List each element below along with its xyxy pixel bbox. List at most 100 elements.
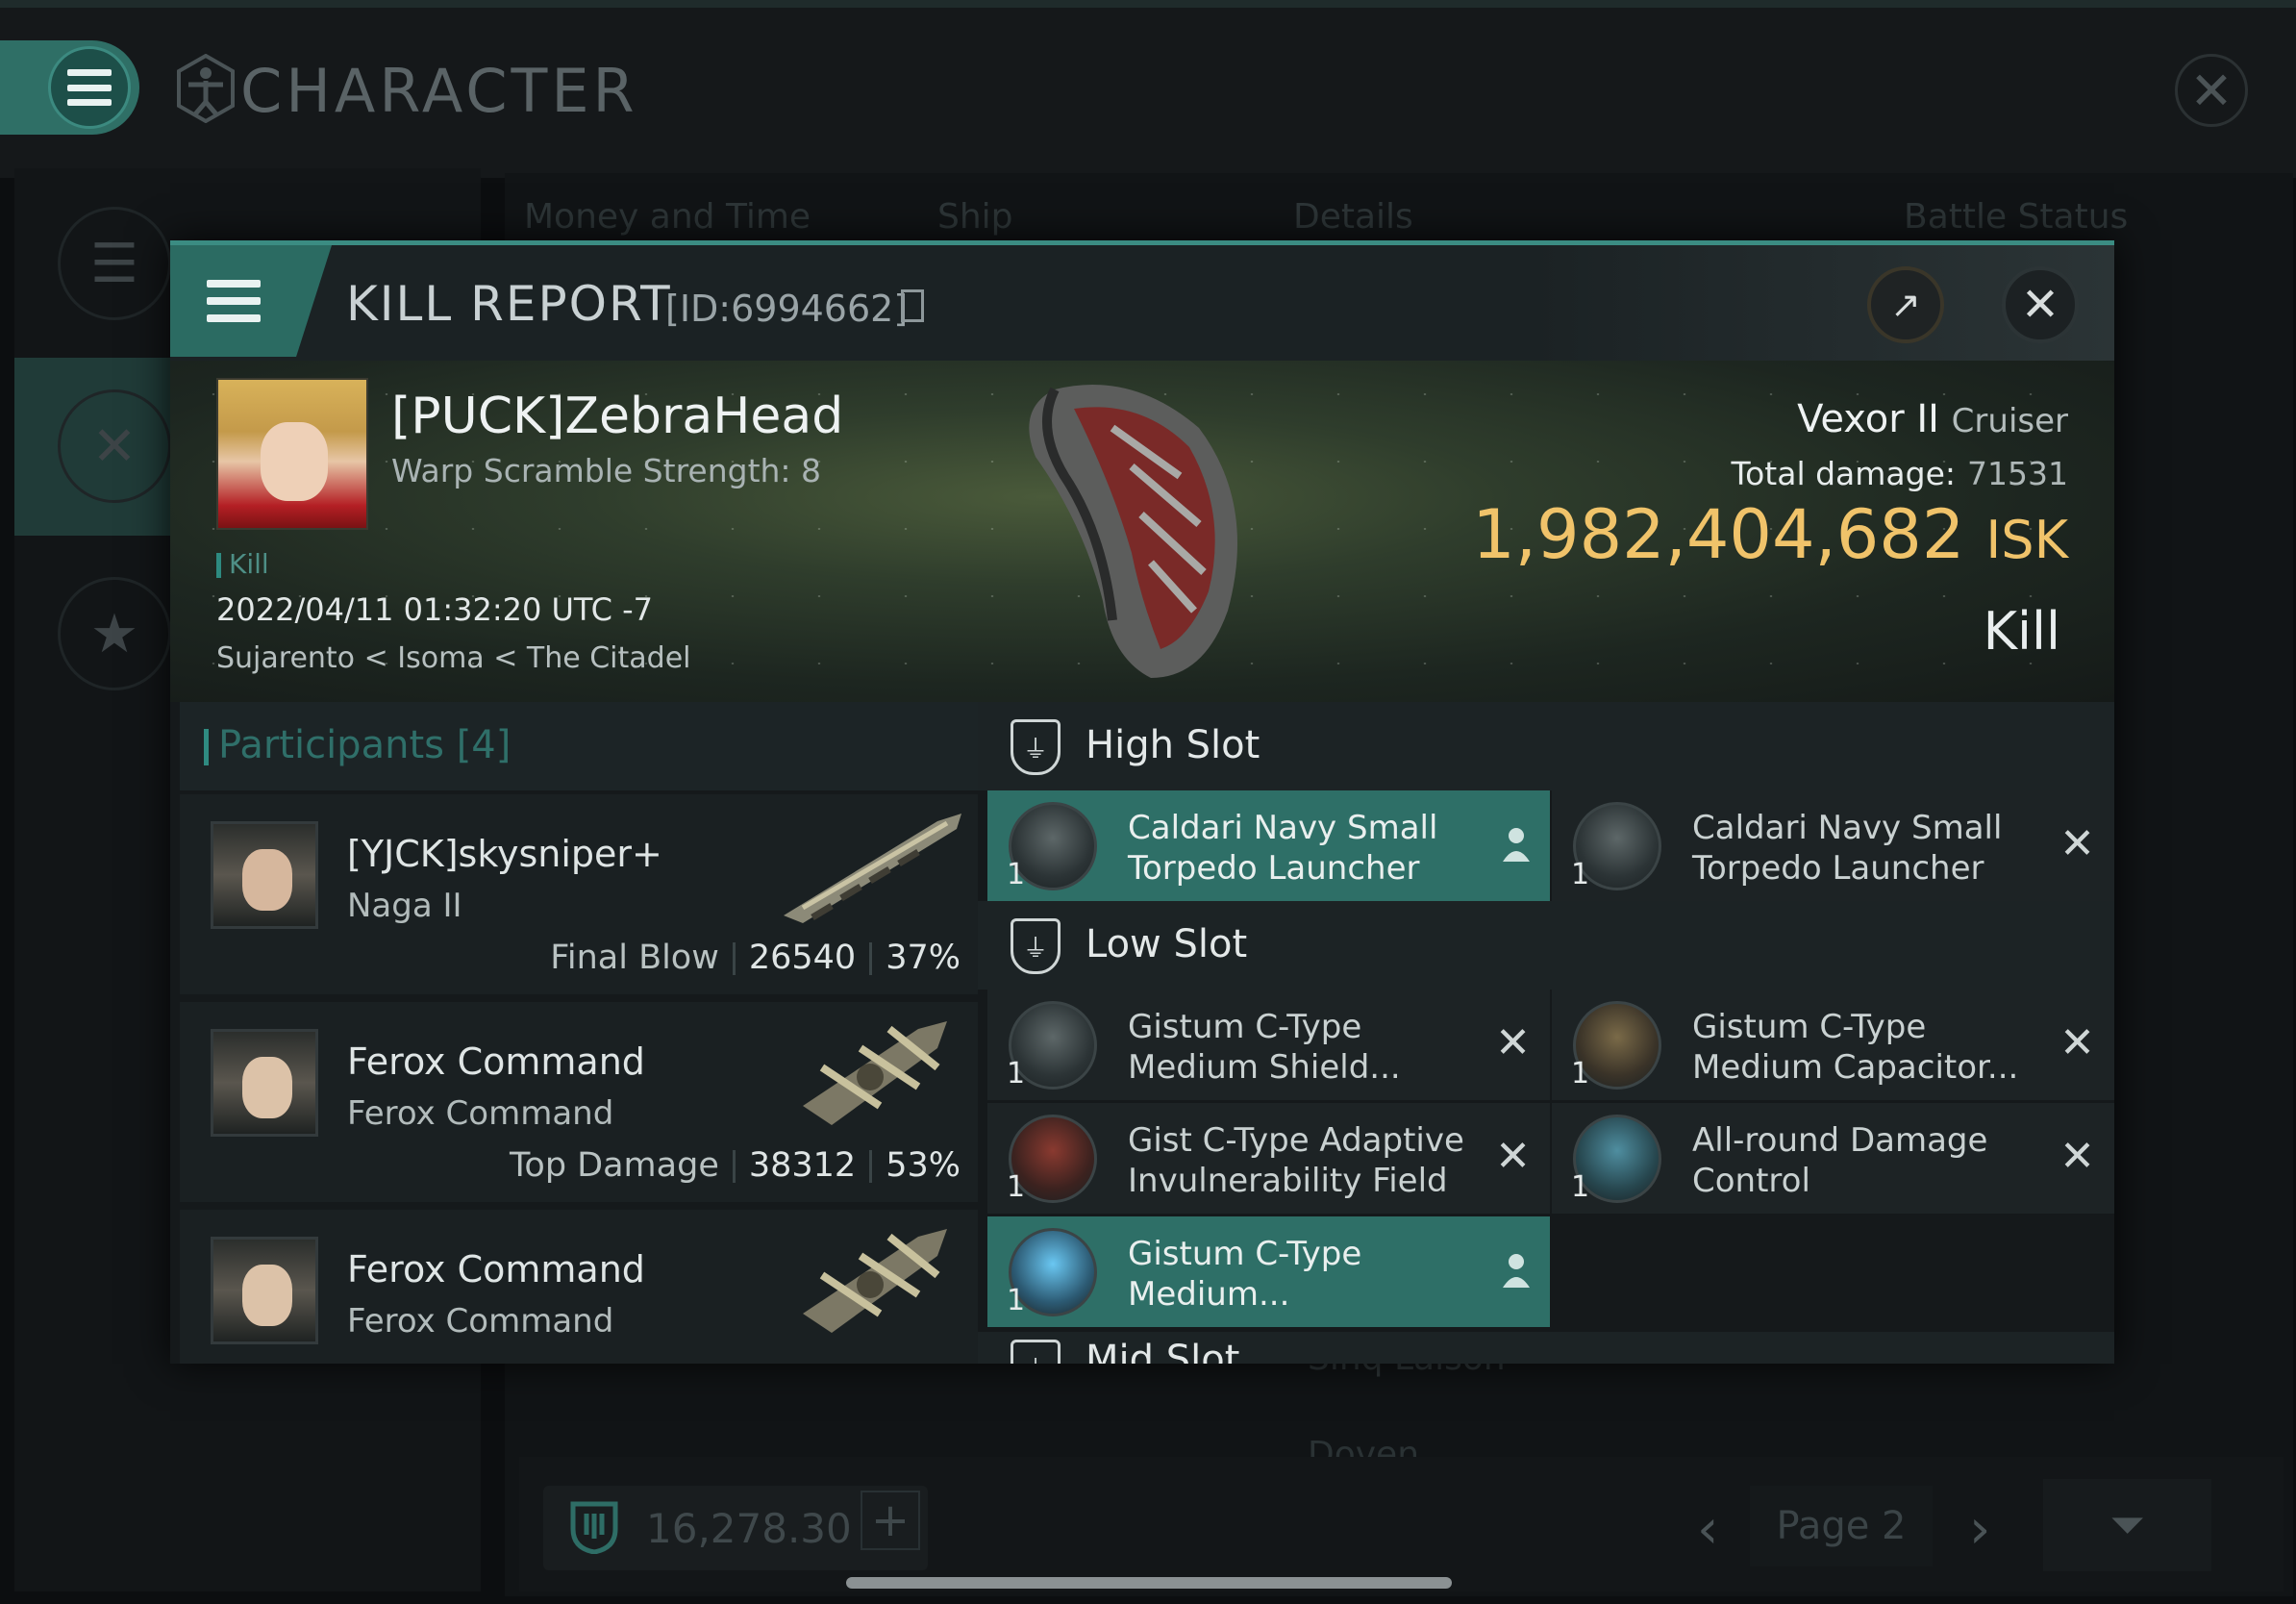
- wallet-amount: 16,278.30: [646, 1505, 852, 1552]
- isk-amount: 1,982,404,682: [1472, 495, 1965, 574]
- tab-ship[interactable]: Ship: [937, 197, 1013, 237]
- filter-icon: ⏷: [2109, 1498, 2145, 1550]
- low-slot-icon: ⏚: [1011, 918, 1061, 974]
- main-menu-button[interactable]: [48, 46, 131, 129]
- kill-tag: Kill: [216, 548, 269, 580]
- star-icon: ★: [89, 602, 139, 665]
- isk-value: 1,982,404,682 ISK: [1472, 495, 2068, 574]
- close-button[interactable]: ✕: [2002, 266, 2079, 343]
- module-name: Caldari Navy Small Torpedo Launcher: [1128, 809, 1438, 888]
- participant-name: Ferox Command: [347, 1040, 645, 1083]
- plus-icon: +: [870, 1493, 911, 1547]
- high-slot-title: High Slot: [1086, 723, 1260, 767]
- filter-button[interactable]: ⏷: [2043, 1479, 2211, 1571]
- participant-avatar: [211, 1237, 318, 1344]
- vitruvian-icon: [177, 54, 235, 123]
- share-button[interactable]: ↗: [1867, 266, 1944, 343]
- app-title: CHARACTER: [240, 56, 638, 126]
- total-damage-label: Total damage:: [1731, 455, 1957, 492]
- mid-slot-header: ⏚ Mid Slot: [978, 1332, 2114, 1364]
- result-label: Kill: [1983, 601, 2060, 662]
- participant-ship-image: [803, 1021, 947, 1125]
- destroyed-x-icon: ✕: [2059, 1018, 2095, 1067]
- dialog-menu-button[interactable]: [170, 245, 332, 357]
- chevron-left-icon: ‹: [1697, 1498, 1719, 1561]
- participant-ship-image: [784, 814, 961, 923]
- module-item[interactable]: 1 Caldari Navy Small Torpedo Launcher: [987, 790, 1550, 901]
- total-damage: Total damage: 71531: [1732, 455, 2068, 492]
- module-name: All-round Damage Control: [1692, 1121, 1988, 1200]
- destroyed-x-icon: ✕: [2059, 1132, 2095, 1181]
- participant-label: Final Blow: [550, 939, 719, 977]
- page-label: Page 2: [1750, 1486, 1933, 1566]
- warp-scramble-strength: Warp Scramble Strength: 8: [391, 452, 822, 489]
- wallet-icon: [570, 1501, 618, 1554]
- module-qty: 1: [1007, 858, 1026, 891]
- rail-combat-button[interactable]: ✕: [58, 389, 171, 503]
- kill-location[interactable]: Sujarento < Isoma < The Citadel: [216, 641, 691, 675]
- participants-count: [4]: [456, 723, 512, 767]
- dropped-person-icon: [1503, 828, 1530, 862]
- module-name: Gist C-Type Adaptive Invulnerability Fie…: [1128, 1121, 1464, 1200]
- module-item[interactable]: 1 All-round Damage Control ✕: [1552, 1103, 2114, 1214]
- module-item[interactable]: 1 Gist C-Type Adaptive Invulnerability F…: [987, 1103, 1550, 1214]
- participant-ship: Ferox Command: [347, 1094, 614, 1133]
- external-link-icon: ↗: [1890, 284, 1921, 326]
- participant-row[interactable]: Ferox Command Ferox Command: [180, 1210, 978, 1364]
- victim-name[interactable]: [PUCK]ZebraHead: [391, 388, 843, 445]
- chevron-right-icon: ›: [1969, 1498, 1991, 1561]
- mid-slot-icon: ⏚: [1011, 1340, 1061, 1364]
- tab-money-and-time[interactable]: Money and Time: [524, 197, 811, 237]
- tab-battle-status[interactable]: Battle Status: [1904, 197, 2128, 237]
- tab-details[interactable]: Details: [1293, 197, 1413, 237]
- crossed-swords-icon: ✕: [91, 414, 137, 478]
- participant-name: Ferox Command: [347, 1248, 645, 1291]
- module-item[interactable]: 1 Gistum C-Type Medium Shield... ✕: [987, 990, 1550, 1100]
- module-item[interactable]: 1 Gistum C-Type Medium Capacitor... ✕: [1552, 990, 2114, 1100]
- module-name: Gistum C-Type Medium Capacitor...: [1692, 1008, 2019, 1087]
- participant-damage: 38312: [748, 1146, 857, 1185]
- module-name: Gistum C-Type Medium...: [1128, 1235, 1362, 1314]
- module-qty: 1: [1007, 1057, 1026, 1090]
- dropped-person-icon: [1503, 1254, 1530, 1288]
- destroyed-x-icon: ✕: [1495, 1018, 1531, 1067]
- participant-row[interactable]: [YJCK]skysniper+ Naga II Final Blow 26540…: [180, 794, 978, 994]
- module-qty: 1: [1571, 858, 1590, 891]
- home-indicator: [846, 1577, 1452, 1589]
- ship-name: Vexor II: [1797, 397, 1939, 441]
- kill-id: [ID:6994662]: [665, 288, 909, 330]
- participant-avatar: [211, 821, 318, 929]
- participant-percent: 53%: [886, 1146, 961, 1185]
- low-slot-title: Low Slot: [1086, 922, 1248, 966]
- app-close-button[interactable]: ✕: [2175, 54, 2248, 127]
- participant-ship: Ferox Command: [347, 1302, 614, 1341]
- close-icon: ✕: [2020, 278, 2060, 332]
- participants-title: Participants [4]: [203, 723, 512, 767]
- participants-panel: Participants [4] [YJCK]skysniper+ Naga I…: [170, 702, 978, 1364]
- rail-star-button[interactable]: ★: [58, 577, 171, 690]
- prev-page-button[interactable]: ‹: [1697, 1498, 1718, 1561]
- next-page-button[interactable]: ›: [1969, 1498, 1990, 1561]
- victim-portrait[interactable]: [216, 378, 368, 530]
- fitting-panel: ⏚ High Slot 1 Caldari Navy Small Torpedo…: [978, 702, 2114, 1364]
- module-qty: 1: [1571, 1170, 1590, 1204]
- module-qty: 1: [1007, 1170, 1026, 1204]
- module-name: Caldari Navy Small Torpedo Launcher: [1692, 809, 2003, 888]
- victim-ship-image[interactable]: [997, 370, 1285, 688]
- destroyed-x-icon: ✕: [1495, 1132, 1531, 1181]
- total-damage-value: 71531: [1967, 455, 2068, 492]
- participant-percent: 37%: [886, 939, 961, 977]
- copy-id-icon[interactable]: [901, 289, 924, 322]
- module-item[interactable]: 1 Caldari Navy Small Torpedo Launcher ✕: [1552, 790, 2114, 901]
- hamburger-icon: [207, 280, 261, 322]
- participant-ship: Naga II: [347, 887, 462, 925]
- module-item[interactable]: 1 Gistum C-Type Medium...: [987, 1216, 1550, 1327]
- kill-date: 2022/04/11 01:32:20 UTC -7: [216, 591, 654, 628]
- isk-unit: ISK: [1985, 510, 2068, 570]
- add-funds-button[interactable]: +: [861, 1491, 920, 1550]
- participant-row[interactable]: Ferox Command Ferox Command Top Damage 38…: [180, 1002, 978, 1202]
- victim-ship[interactable]: Vexor II Cruiser: [1797, 397, 2068, 441]
- hamburger-icon: [67, 69, 112, 106]
- rail-list-button[interactable]: ☰: [58, 207, 171, 320]
- mid-slot-title: Mid Slot: [1086, 1338, 1240, 1364]
